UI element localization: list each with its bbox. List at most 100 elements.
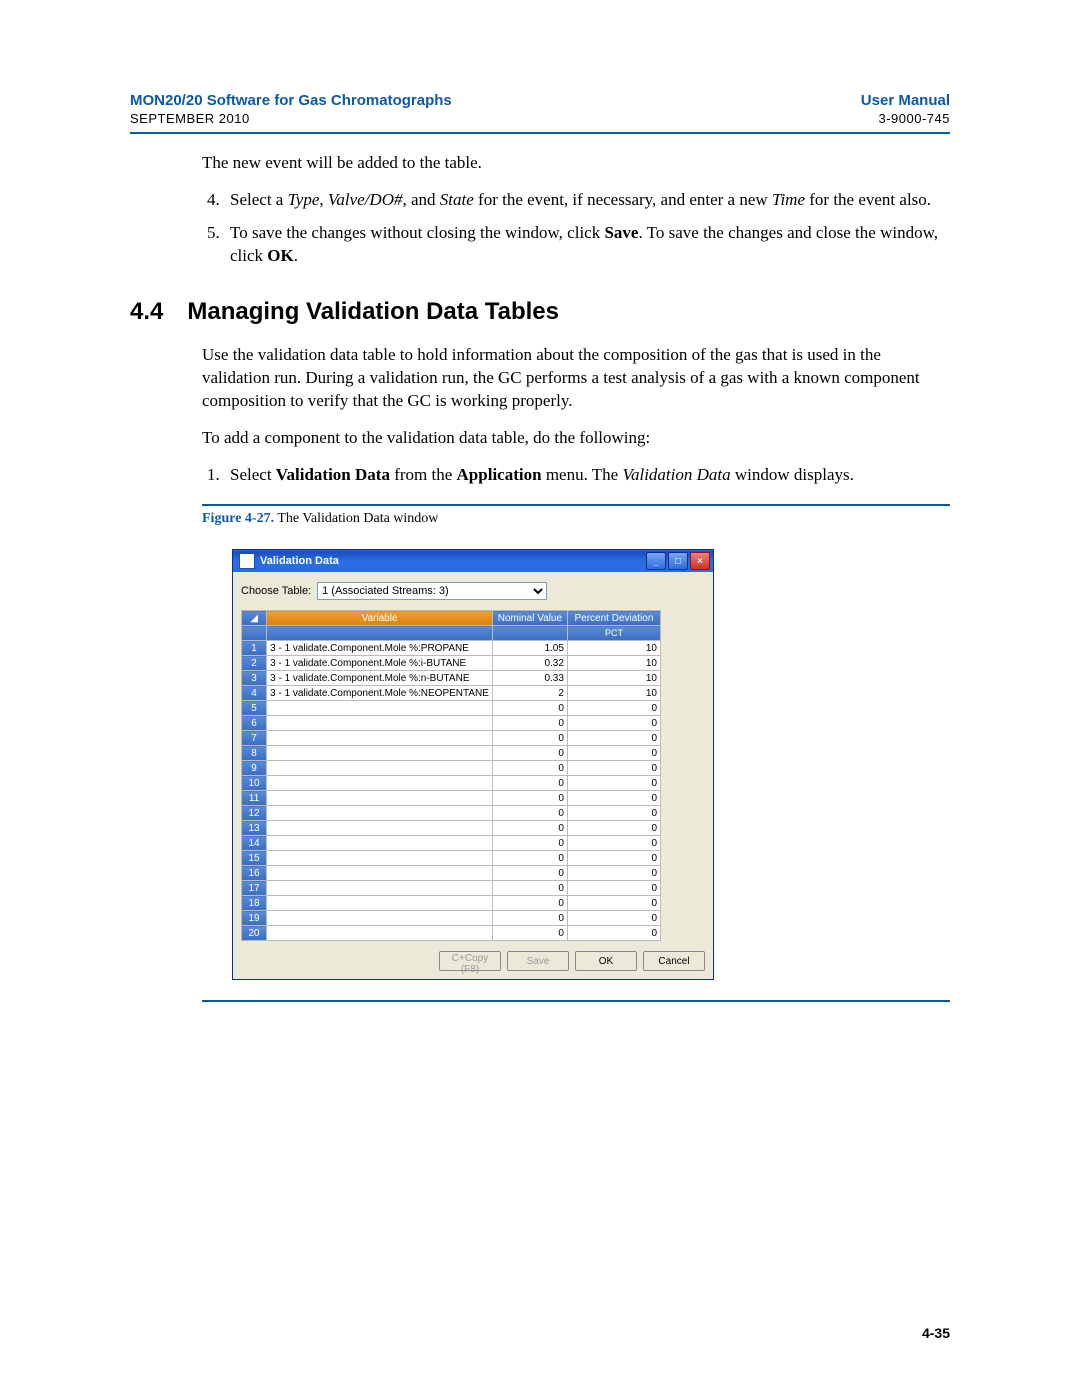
cell-nominal[interactable]: 0 <box>492 731 567 746</box>
cell-nominal[interactable]: 2 <box>492 686 567 701</box>
table-row[interactable]: 800 <box>242 746 661 761</box>
table-row[interactable]: 700 <box>242 731 661 746</box>
cell-variable[interactable] <box>267 926 493 941</box>
cell-percent[interactable]: 0 <box>567 851 660 866</box>
table-row[interactable]: 1300 <box>242 821 661 836</box>
cell-nominal[interactable]: 0 <box>492 716 567 731</box>
doc-title: MON20/20 Software for Gas Chromatographs <box>130 92 452 109</box>
close-button[interactable]: × <box>690 552 710 570</box>
section-heading: 4.4 Managing Validation Data Tables <box>130 298 950 326</box>
row-number: 18 <box>242 896 267 911</box>
cell-variable[interactable] <box>267 776 493 791</box>
maximize-button[interactable]: □ <box>668 552 688 570</box>
table-row[interactable]: 500 <box>242 701 661 716</box>
cell-percent[interactable]: 10 <box>567 656 660 671</box>
cell-nominal[interactable]: 0 <box>492 761 567 776</box>
section-para-1: Use the validation data table to hold in… <box>202 344 950 413</box>
cell-nominal[interactable]: 1.05 <box>492 641 567 656</box>
table-row[interactable]: 2000 <box>242 926 661 941</box>
cell-variable[interactable] <box>267 836 493 851</box>
cell-nominal[interactable]: 0 <box>492 701 567 716</box>
cell-nominal[interactable]: 0 <box>492 911 567 926</box>
cell-variable[interactable]: 3 - 1 validate.Component.Mole %:PROPANE <box>267 641 493 656</box>
cell-variable[interactable]: 3 - 1 validate.Component.Mole %:n-BUTANE <box>267 671 493 686</box>
choose-table-select[interactable]: 1 (Associated Streams: 3) <box>317 582 547 600</box>
cell-variable[interactable] <box>267 911 493 926</box>
cell-variable[interactable] <box>267 881 493 896</box>
cell-variable[interactable] <box>267 821 493 836</box>
col-nominal[interactable]: Nominal Value <box>492 611 567 626</box>
cell-nominal[interactable]: 0.33 <box>492 671 567 686</box>
cell-percent[interactable]: 0 <box>567 731 660 746</box>
cell-percent[interactable]: 10 <box>567 686 660 701</box>
ok-button[interactable]: OK <box>575 951 637 971</box>
cell-percent[interactable]: 0 <box>567 791 660 806</box>
col-variable[interactable]: Variable <box>267 611 493 626</box>
cell-nominal[interactable]: 0 <box>492 746 567 761</box>
col-corner[interactable]: ◢ <box>242 611 267 626</box>
table-row[interactable]: 1700 <box>242 881 661 896</box>
table-row[interactable]: 1800 <box>242 896 661 911</box>
cell-variable[interactable] <box>267 701 493 716</box>
cell-percent[interactable]: 0 <box>567 776 660 791</box>
cancel-button[interactable]: Cancel <box>643 951 705 971</box>
cell-nominal[interactable]: 0.32 <box>492 656 567 671</box>
cell-variable[interactable]: 3 - 1 validate.Component.Mole %:NEOPENTA… <box>267 686 493 701</box>
table-row[interactable]: 33 - 1 validate.Component.Mole %:n-BUTAN… <box>242 671 661 686</box>
cell-variable[interactable] <box>267 716 493 731</box>
cell-variable[interactable] <box>267 761 493 776</box>
row-number: 12 <box>242 806 267 821</box>
cell-percent[interactable]: 0 <box>567 926 660 941</box>
cell-variable[interactable] <box>267 896 493 911</box>
row-number: 14 <box>242 836 267 851</box>
table-row[interactable]: 900 <box>242 761 661 776</box>
table-row[interactable]: 1000 <box>242 776 661 791</box>
table-row[interactable]: 12 00 <box>242 806 661 821</box>
cell-percent[interactable]: 0 <box>567 911 660 926</box>
cell-nominal[interactable]: 0 <box>492 881 567 896</box>
cell-nominal[interactable]: 0 <box>492 791 567 806</box>
table-row[interactable]: 1100 <box>242 791 661 806</box>
minimize-button[interactable]: _ <box>646 552 666 570</box>
table-row[interactable]: 600 <box>242 716 661 731</box>
cell-variable[interactable] <box>267 791 493 806</box>
cell-variable[interactable] <box>267 866 493 881</box>
cell-nominal[interactable]: 0 <box>492 866 567 881</box>
save-button[interactable]: Save <box>507 951 569 971</box>
table-row[interactable]: 43 - 1 validate.Component.Mole %:NEOPENT… <box>242 686 661 701</box>
cell-percent[interactable]: 10 <box>567 671 660 686</box>
cell-percent[interactable]: 0 <box>567 806 660 821</box>
cell-variable[interactable] <box>267 746 493 761</box>
cell-percent[interactable]: 10 <box>567 641 660 656</box>
cell-nominal[interactable]: 0 <box>492 776 567 791</box>
cell-percent[interactable]: 0 <box>567 896 660 911</box>
copy-button[interactable]: C+Copy (F8) <box>439 951 501 971</box>
cell-percent[interactable]: 0 <box>567 866 660 881</box>
cell-variable[interactable]: 3 - 1 validate.Component.Mole %:i-BUTANE <box>267 656 493 671</box>
titlebar[interactable]: Validation Data _ □ × <box>233 550 713 572</box>
cell-percent[interactable]: 0 <box>567 836 660 851</box>
cell-percent[interactable]: 0 <box>567 821 660 836</box>
cell-nominal[interactable]: 0 <box>492 926 567 941</box>
cell-variable[interactable] <box>267 731 493 746</box>
cell-percent[interactable]: 0 <box>567 701 660 716</box>
cell-nominal[interactable]: 0 <box>492 836 567 851</box>
table-row[interactable]: 1900 <box>242 911 661 926</box>
cell-nominal[interactable]: 0 <box>492 821 567 836</box>
cell-variable[interactable] <box>267 806 493 821</box>
cell-percent[interactable]: 0 <box>567 746 660 761</box>
table-row[interactable]: 14 00 <box>242 836 661 851</box>
table-row[interactable]: 13 - 1 validate.Component.Mole %:PROPANE… <box>242 641 661 656</box>
cell-nominal[interactable]: 0 <box>492 806 567 821</box>
cell-percent[interactable]: 0 <box>567 881 660 896</box>
cell-percent[interactable]: 0 <box>567 761 660 776</box>
table-row[interactable]: 23 - 1 validate.Component.Mole %:i-BUTAN… <box>242 656 661 671</box>
cell-nominal[interactable]: 0 <box>492 851 567 866</box>
table-row[interactable]: 1500 <box>242 851 661 866</box>
cell-variable[interactable] <box>267 851 493 866</box>
validation-table[interactable]: ◢ Variable Nominal Value Percent Deviati… <box>241 610 661 941</box>
table-row[interactable]: 1600 <box>242 866 661 881</box>
cell-nominal[interactable]: 0 <box>492 896 567 911</box>
col-percent[interactable]: Percent Deviation <box>567 611 660 626</box>
cell-percent[interactable]: 0 <box>567 716 660 731</box>
